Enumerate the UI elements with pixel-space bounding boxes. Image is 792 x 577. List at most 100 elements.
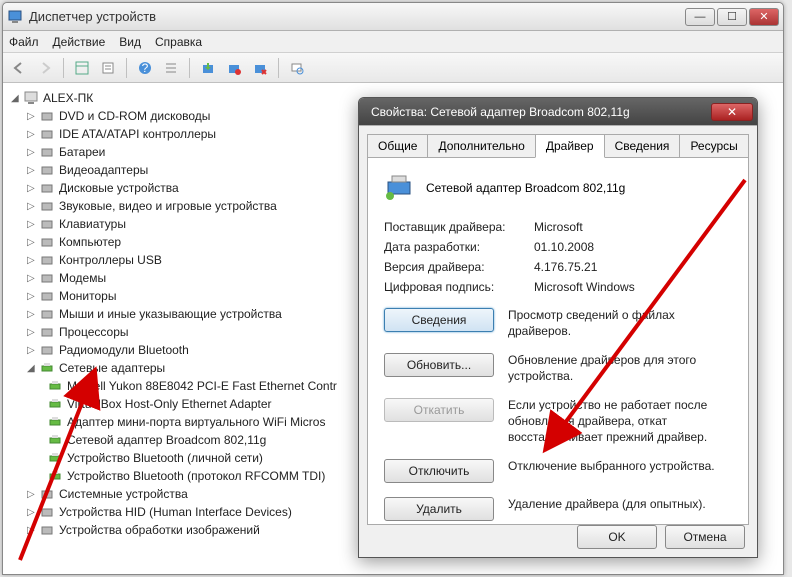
network-adapter-icon [47, 378, 63, 394]
device-icon [39, 270, 55, 286]
signature-value: Microsoft Windows [534, 280, 635, 294]
collapse-icon[interactable]: ◢ [27, 363, 39, 374]
network-adapter-icon [47, 468, 63, 484]
device-icon [39, 234, 55, 250]
expand-icon[interactable]: ▷ [27, 273, 39, 284]
device-label: Сетевой адаптер Broadcom 802,11g [67, 433, 266, 447]
tab-content-driver: Сетевой адаптер Broadcom 802,11g Поставщ… [367, 157, 749, 525]
vendor-label: Поставщик драйвера: [384, 220, 534, 234]
menu-file[interactable]: Файл [9, 35, 39, 49]
dialog-titlebar: Свойства: Сетевой адаптер Broadcom 802,1… [359, 98, 757, 126]
ok-button[interactable]: OK [577, 525, 657, 549]
device-icon [39, 216, 55, 232]
expand-icon[interactable]: ▷ [27, 165, 39, 176]
forward-button[interactable] [33, 56, 57, 80]
disable-desc: Отключение выбранного устройства. [508, 459, 732, 475]
back-button[interactable] [7, 56, 31, 80]
expand-icon[interactable]: ▷ [27, 183, 39, 194]
list-button[interactable] [159, 56, 183, 80]
category-label: Батареи [59, 145, 105, 159]
category-label: Мыши и иные указывающие устройства [59, 307, 282, 321]
expand-icon[interactable]: ▷ [27, 345, 39, 356]
update-button[interactable]: Обновить... [384, 353, 494, 377]
svg-text:?: ? [142, 61, 149, 75]
tab-advanced[interactable]: Дополнительно [427, 134, 535, 157]
delete-button[interactable]: Удалить [384, 497, 494, 521]
device-icon [39, 324, 55, 340]
category-label: Радиомодули Bluetooth [59, 343, 189, 357]
expand-icon[interactable]: ▷ [27, 219, 39, 230]
device-name: Сетевой адаптер Broadcom 802,11g [426, 181, 625, 195]
expand-icon[interactable]: ▷ [27, 309, 39, 320]
network-adapter-icon [47, 450, 63, 466]
expand-icon[interactable]: ▷ [27, 291, 39, 302]
category-label: Мониторы [59, 289, 116, 303]
expand-icon[interactable]: ▷ [27, 147, 39, 158]
device-label: Marvell Yukon 88E8042 PCI-E Fast Etherne… [67, 379, 337, 393]
expand-icon[interactable]: ▷ [27, 255, 39, 266]
category-label: IDE ATA/ATAPI контроллеры [59, 127, 216, 141]
close-button[interactable]: ✕ [749, 8, 779, 26]
rollback-desc: Если устройство не работает после обновл… [508, 398, 732, 445]
properties-button[interactable] [96, 56, 120, 80]
collapse-icon[interactable]: ◢ [11, 93, 23, 104]
device-icon [39, 504, 55, 520]
dialog-title: Свойства: Сетевой адаптер Broadcom 802,1… [363, 105, 711, 119]
minimize-button[interactable]: — [685, 8, 715, 26]
device-icon [39, 180, 55, 196]
device-icon [39, 108, 55, 124]
device-icon [39, 198, 55, 214]
category-label: Устройства обработки изображений [59, 523, 260, 537]
dialog-close-button[interactable]: ✕ [711, 103, 753, 121]
category-label: DVD и CD-ROM дисководы [59, 109, 210, 123]
device-icon [39, 522, 55, 538]
expand-icon[interactable]: ▷ [27, 201, 39, 212]
device-label: Устройство Bluetooth (личной сети) [67, 451, 263, 465]
network-icon [39, 360, 55, 376]
help-button[interactable]: ? [133, 56, 157, 80]
device-icon [39, 288, 55, 304]
expand-icon[interactable]: ▷ [27, 525, 39, 536]
update-driver-button[interactable] [196, 56, 220, 80]
device-label: Устройство Bluetooth (протокол RFCOMM TD… [67, 469, 325, 483]
expand-icon[interactable]: ▷ [27, 129, 39, 140]
update-desc: Обновление драйверов для этого устройств… [508, 353, 732, 384]
category-label: Компьютер [59, 235, 121, 249]
root-label: ALEX-ПК [43, 91, 93, 105]
menubar: Файл Действие Вид Справка [3, 31, 783, 53]
disable-button[interactable] [222, 56, 246, 80]
uninstall-button[interactable] [248, 56, 272, 80]
device-icon [39, 486, 55, 502]
rollback-button: Откатить [384, 398, 494, 422]
show-tree-button[interactable] [70, 56, 94, 80]
computer-icon [23, 90, 39, 106]
menu-help[interactable]: Справка [155, 35, 202, 49]
date-value: 01.10.2008 [534, 240, 594, 254]
vendor-value: Microsoft [534, 220, 583, 234]
expand-icon[interactable]: ▷ [27, 507, 39, 518]
category-label: Сетевые адаптеры [59, 361, 165, 375]
menu-action[interactable]: Действие [53, 35, 106, 49]
expand-icon[interactable]: ▷ [27, 237, 39, 248]
window-title: Диспетчер устройств [29, 9, 683, 24]
expand-icon[interactable]: ▷ [27, 327, 39, 338]
maximize-button[interactable]: ☐ [717, 8, 747, 26]
expand-icon[interactable]: ▷ [27, 111, 39, 122]
category-label: Видеоадаптеры [59, 163, 148, 177]
tab-resources[interactable]: Ресурсы [679, 134, 748, 157]
device-label: Адаптер мини-порта виртуального WiFi Mic… [67, 415, 325, 429]
device-icon [39, 306, 55, 322]
tab-details[interactable]: Сведения [604, 134, 681, 157]
tab-driver[interactable]: Драйвер [535, 134, 605, 158]
details-button[interactable]: Сведения [384, 308, 494, 332]
device-icon [39, 342, 55, 358]
version-value: 4.176.75.21 [534, 260, 597, 274]
menu-view[interactable]: Вид [119, 35, 141, 49]
category-label: Звуковые, видео и игровые устройства [59, 199, 277, 213]
device-icon [39, 252, 55, 268]
disable-device-button[interactable]: Отключить [384, 459, 494, 483]
expand-icon[interactable]: ▷ [27, 489, 39, 500]
scan-button[interactable] [285, 56, 309, 80]
cancel-button[interactable]: Отмена [665, 525, 745, 549]
tab-general[interactable]: Общие [367, 134, 428, 157]
